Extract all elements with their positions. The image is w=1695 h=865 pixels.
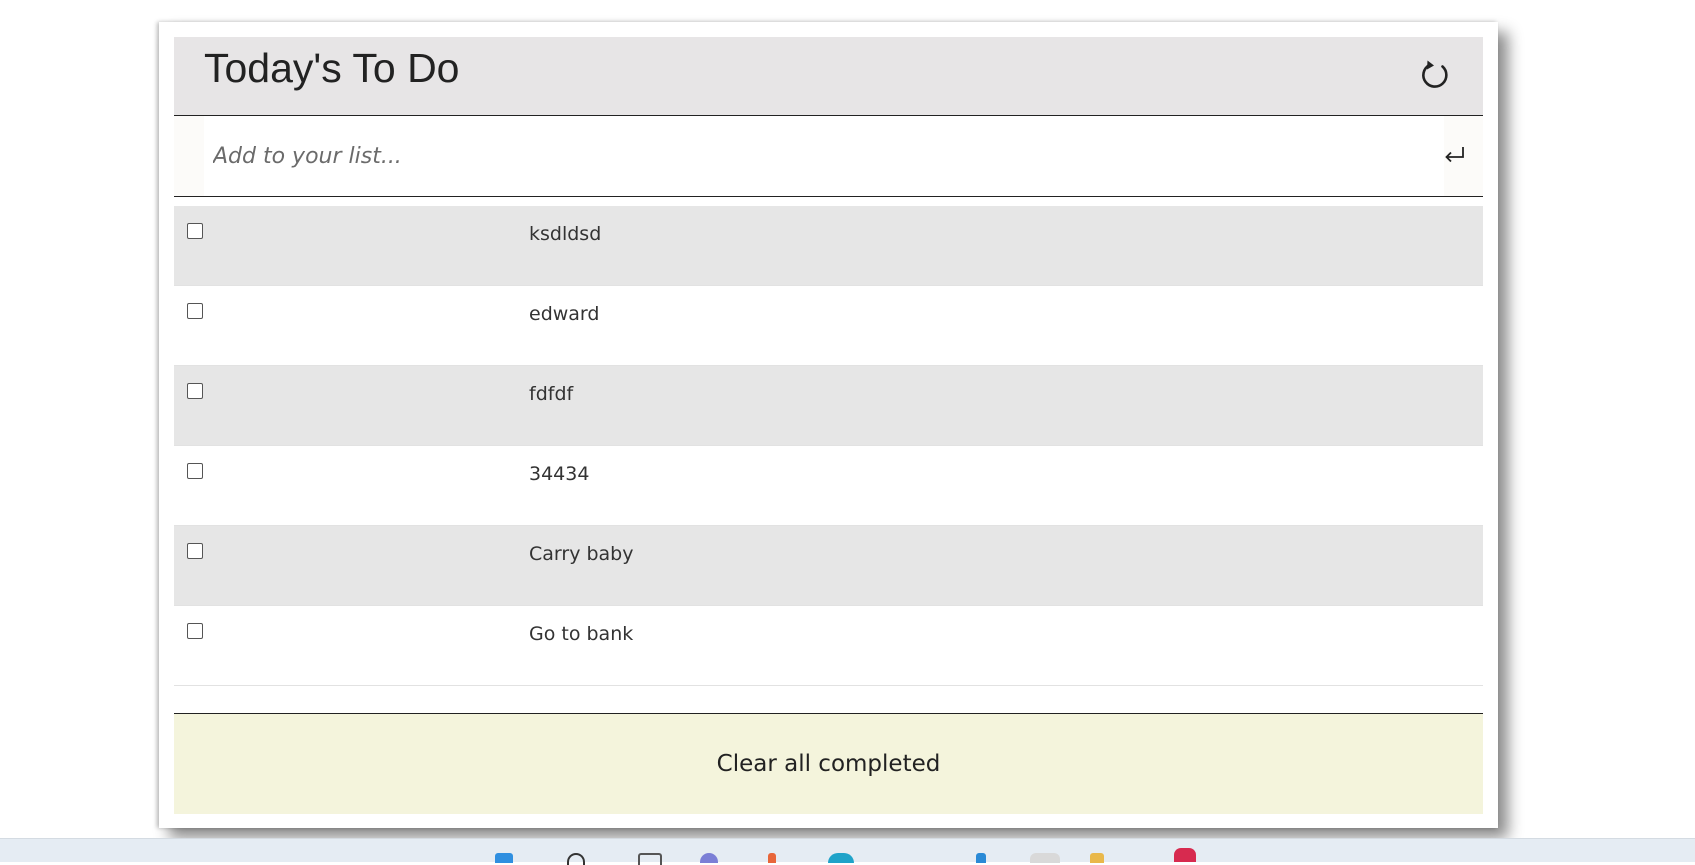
app-icon[interactable] xyxy=(768,853,776,863)
page-title: Today's To Do xyxy=(204,45,460,91)
todo-item-label: Carry baby xyxy=(529,543,634,565)
todo-header: Today's To Do xyxy=(174,37,1483,116)
task-view-icon[interactable] xyxy=(638,853,662,865)
todo-item: ksdldsd xyxy=(174,206,1483,286)
todo-item: fdfdf xyxy=(174,366,1483,446)
os-taskbar xyxy=(0,838,1695,865)
todo-checkbox[interactable] xyxy=(187,303,203,319)
todo-item-label: ksdldsd xyxy=(529,223,602,245)
todo-item-label: 34434 xyxy=(529,463,590,485)
refresh-icon[interactable] xyxy=(1417,57,1453,93)
enter-return-icon[interactable] xyxy=(1441,142,1469,170)
todo-item-label: Go to bank xyxy=(529,623,634,645)
folder-icon[interactable] xyxy=(1090,853,1104,863)
todo-checkbox[interactable] xyxy=(187,463,203,479)
todo-checkbox[interactable] xyxy=(187,623,203,639)
chat-icon[interactable] xyxy=(700,853,718,863)
todo-checkbox[interactable] xyxy=(187,383,203,399)
todo-item-label: edward xyxy=(529,303,600,325)
add-item-row xyxy=(174,116,1483,197)
todo-item: Go to bank xyxy=(174,606,1483,686)
search-icon[interactable] xyxy=(567,853,585,865)
todo-checkbox[interactable] xyxy=(187,223,203,239)
todo-card: Today's To Do ksdldsd edward fdfdf 34434 xyxy=(159,22,1498,828)
todo-list: ksdldsd edward fdfdf 34434 Carry baby Go… xyxy=(174,206,1483,686)
notification-badge-icon[interactable] xyxy=(1174,848,1196,862)
start-menu-icon[interactable] xyxy=(495,853,513,863)
todo-item: 34434 xyxy=(174,446,1483,526)
clear-completed-button[interactable]: Clear all completed xyxy=(174,713,1483,814)
todo-item-label: fdfdf xyxy=(529,383,574,405)
add-item-input[interactable] xyxy=(204,116,1444,196)
todo-item: edward xyxy=(174,286,1483,366)
chrome-icon[interactable] xyxy=(1030,853,1060,863)
vscode-icon[interactable] xyxy=(976,853,986,863)
todo-item: Carry baby xyxy=(174,526,1483,606)
edge-icon[interactable] xyxy=(828,853,854,863)
todo-checkbox[interactable] xyxy=(187,543,203,559)
